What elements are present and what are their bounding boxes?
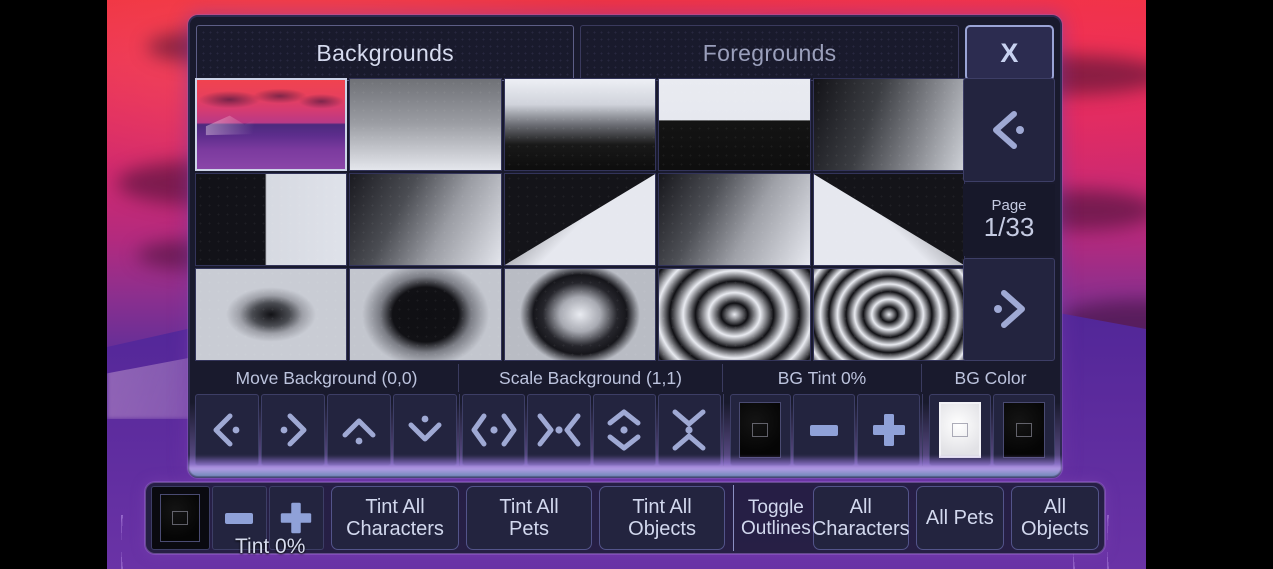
thumbnail-item[interactable] [503, 268, 657, 361]
next-page-button[interactable] [963, 257, 1055, 361]
outline-all-objects-line1: All [1043, 495, 1067, 518]
bg-tint-minus-button[interactable] [792, 394, 856, 466]
outline-all-characters-button[interactable]: All Characters [811, 486, 910, 550]
toolbar-divider [733, 485, 735, 551]
move-left-button[interactable] [195, 394, 259, 466]
close-button[interactable]: X [964, 25, 1054, 81]
thumbnail-item[interactable] [658, 268, 811, 361]
thumbnail-item[interactable] [195, 173, 348, 266]
expand-vertical-icon [607, 409, 641, 451]
tab-backgrounds-label: Backgrounds [316, 39, 454, 66]
plus-icon [872, 414, 905, 446]
move-controls [195, 394, 459, 466]
control-buttons-row [195, 394, 1059, 466]
tint-all-pets-button[interactable]: Tint All Pets [465, 486, 593, 550]
bottom-toolbar: Tint 0% Tint All Characters Tint All Pet… [145, 482, 1105, 558]
tab-backgrounds[interactable]: Backgrounds [196, 25, 575, 81]
contract-vertical-icon [672, 409, 706, 451]
move-down-icon [408, 415, 442, 442]
background-selector-panel: Backgrounds Foregrounds X Page 1/33 Move… [188, 15, 1062, 478]
bg-color-swatch-white [939, 402, 981, 458]
chevron-left-icon [993, 110, 1024, 149]
tint-plus-button[interactable] [268, 486, 325, 550]
outline-all-objects-line2: Objects [1021, 518, 1089, 540]
thumbnail-item[interactable] [195, 268, 348, 361]
outline-all-pets-line1: All Pets [925, 506, 994, 529]
scale-expand-vertical-button[interactable] [592, 394, 656, 466]
move-right-button[interactable] [261, 394, 325, 466]
minus-icon [810, 424, 839, 436]
tab-foregrounds-label: Foregrounds [702, 39, 837, 66]
page-value: 1/33 [983, 211, 1035, 242]
close-icon: X [1000, 37, 1019, 68]
bg-tint-swatch [739, 402, 782, 458]
tint-swatch-button[interactable] [151, 486, 210, 550]
move-up-button[interactable] [327, 394, 391, 466]
thumbnail-item[interactable] [812, 268, 965, 361]
previous-page-button[interactable] [963, 78, 1055, 182]
scale-contract-vertical-button[interactable] [657, 394, 721, 466]
move-background-label: Move Background (0,0) [195, 364, 459, 392]
toggle-outlines-line1: Toggle [747, 496, 804, 518]
scale-expand-horizontal-button[interactable] [462, 394, 526, 466]
bg-color-swatch-white-button[interactable] [929, 394, 991, 466]
thumbnail-item[interactable] [195, 78, 348, 171]
thumbnail-grid [195, 78, 965, 361]
page-indicator: Page 1/33 [963, 183, 1055, 256]
bg-color-swatch-black-button[interactable] [993, 394, 1055, 466]
control-labels: Move Background (0,0) Scale Background (… [195, 364, 1059, 392]
page-navigation: Page 1/33 [963, 78, 1055, 361]
thumbnail-item[interactable] [503, 78, 657, 171]
scale-background-label: Scale Background (1,1) [459, 364, 723, 392]
outline-all-characters-line1: All [849, 495, 872, 518]
tint-all-characters-button[interactable]: Tint All Characters [331, 486, 459, 550]
outline-all-pets-button[interactable]: All Pets [915, 486, 1004, 550]
thumbnail-item[interactable] [349, 173, 502, 266]
tint-all-objects-line1: Tint All [632, 495, 692, 518]
thumbnail-item[interactable] [812, 78, 965, 171]
bg-color-label: BG Color [954, 367, 1027, 388]
chevron-right-icon [994, 290, 1025, 329]
move-down-button[interactable] [393, 394, 457, 466]
bg-color-swatch-black [1003, 402, 1045, 458]
thumbnail-item[interactable] [349, 78, 502, 171]
panel-tabs: Backgrounds Foregrounds X [196, 25, 1054, 81]
tint-all-objects-line2: Objects [628, 518, 696, 540]
outline-all-characters-line2: Characters [811, 518, 910, 540]
tint-swatch [160, 494, 201, 542]
scale-controls [459, 394, 723, 466]
toggle-outlines-line2: Outlines [741, 518, 811, 539]
contract-horizontal-icon [537, 413, 581, 447]
tint-all-pets-line1: Tint All [499, 495, 559, 518]
bg-tint-controls [723, 394, 922, 466]
expand-horizontal-icon [471, 413, 517, 447]
bg-tint-plus-button[interactable] [857, 394, 921, 466]
bg-tint-label: BG Tint 0% [723, 364, 922, 392]
move-right-icon [280, 413, 307, 447]
tint-all-objects-button[interactable]: Tint All Objects [599, 486, 726, 550]
tint-all-pets-line2: Pets [508, 518, 550, 540]
tint-all-characters-line1: Tint All [365, 495, 425, 518]
tab-foregrounds[interactable]: Foregrounds [580, 25, 959, 81]
outline-all-objects-button[interactable]: All Objects [1010, 486, 1100, 550]
thumbnail-item[interactable] [503, 173, 657, 266]
screen: Backgrounds Foregrounds X Page 1/33 Move… [0, 0, 1273, 569]
move-up-icon [342, 418, 376, 445]
thumbnail-item[interactable] [349, 268, 502, 361]
toggle-outlines-label: Toggle Outlines [741, 486, 811, 550]
scale-contract-horizontal-button[interactable] [527, 394, 591, 466]
tint-minus-button[interactable] [211, 486, 267, 550]
bg-color-controls [922, 394, 1059, 466]
minus-icon [225, 512, 254, 524]
bg-tint-swatch-button[interactable] [730, 394, 791, 466]
thumbnail-item[interactable] [658, 78, 811, 171]
tint-all-characters-line2: Characters [346, 518, 444, 540]
thumbnail-item[interactable] [658, 173, 811, 266]
thumbnail-item[interactable] [812, 173, 965, 266]
plus-icon [281, 502, 312, 534]
move-left-icon [213, 413, 240, 447]
